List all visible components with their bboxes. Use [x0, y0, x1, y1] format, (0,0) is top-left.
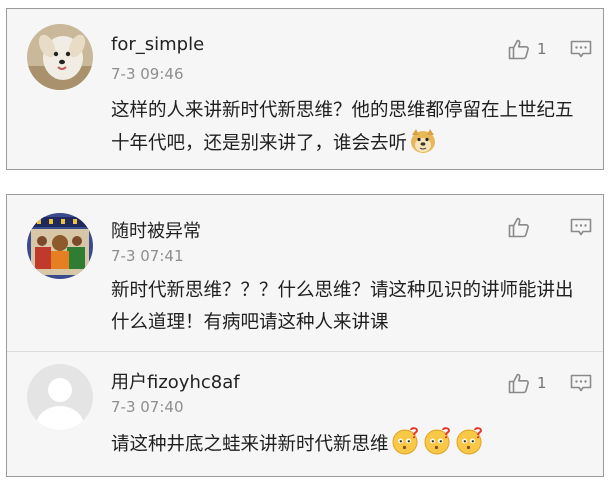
doge-emoji-icon [409, 127, 437, 166]
comment-item: for_simple 7-3 09:46 1 这样的人来讲新时代新思维？他的思维… [7, 9, 603, 171]
puzzled-emoji-icon [455, 426, 485, 467]
thumbs-up-icon [507, 37, 531, 61]
like-button[interactable]: 1 [507, 371, 547, 395]
comment-bubble-icon [569, 37, 593, 61]
reply-button[interactable] [569, 37, 593, 65]
timestamp: 7-3 09:46 [111, 65, 184, 83]
comment-text-content: 请这种井底之蛙来讲新时代新思维 [111, 434, 389, 455]
comment-text: 新时代新思维？？？什么思维？请这种见识的讲师能讲出什么道理！有病吧请这种人来讲课 [111, 280, 574, 333]
like-count: 1 [537, 40, 547, 58]
puzzled-emoji-icon [391, 426, 421, 467]
avatar[interactable] [27, 24, 93, 90]
comment-bubble-icon [569, 371, 593, 395]
comment-bubble-icon [569, 215, 593, 239]
comment-card: 随时被异常 7-3 07:41 新时代新思维？？？什么思维？请这种见识的讲师能讲… [6, 194, 604, 477]
thumbs-up-icon [507, 371, 531, 395]
like-count: 1 [537, 374, 547, 392]
comment-item: 随时被异常 7-3 07:41 新时代新思维？？？什么思维？请这种见识的讲师能讲… [7, 195, 603, 355]
like-button[interactable] [507, 215, 537, 239]
comment-text: 这样的人来讲新时代新思维？他的思维都停留在上世纪五十年代吧，还是别来讲了，谁会去… [111, 95, 581, 166]
username[interactable]: 随时被异常 [111, 217, 201, 243]
comment-item: 用户fizoyhc8af 7-3 07:40 1 请这种井底之蛙来讲新时代新思维 [7, 352, 603, 478]
username[interactable]: 用户fizoyhc8af [111, 368, 240, 394]
comment-text: 请这种井底之蛙来讲新时代新思维 [111, 426, 581, 467]
reply-button[interactable] [569, 371, 593, 399]
timestamp: 7-3 07:40 [111, 398, 184, 416]
reply-button[interactable] [569, 215, 593, 243]
thumbs-up-icon [507, 215, 531, 239]
like-button[interactable]: 1 [507, 37, 547, 61]
timestamp: 7-3 07:41 [111, 247, 184, 265]
comment-card: for_simple 7-3 09:46 1 这样的人来讲新时代新思维？他的思维… [6, 8, 604, 170]
avatar[interactable] [27, 213, 93, 279]
comment-text-content: 这样的人来讲新时代新思维？他的思维都停留在上世纪五十年代吧，还是别来讲了，谁会去… [111, 100, 574, 154]
username[interactable]: for_simple [111, 34, 204, 55]
avatar[interactable] [27, 364, 93, 430]
puzzled-emoji-icon [423, 426, 453, 467]
